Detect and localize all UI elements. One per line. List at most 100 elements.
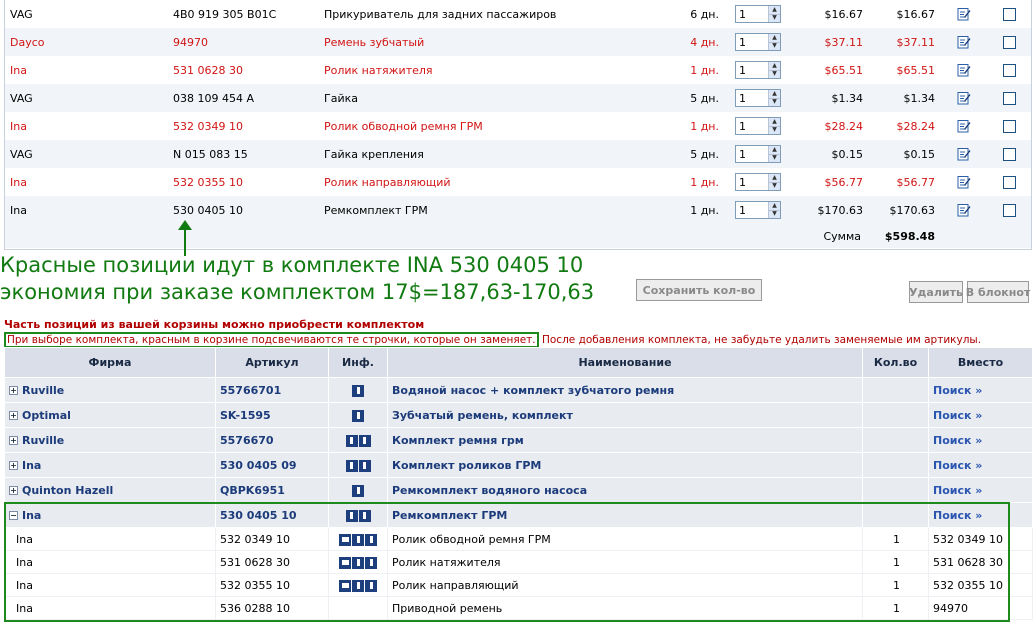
kit-row[interactable]: + Quinton Hazell QBPK6951 Ремкомплект вод… (4, 477, 1033, 503)
spin-up-icon[interactable]: ▲ (769, 146, 780, 154)
kit-name[interactable]: Зубчатый ремень, комплект (387, 402, 863, 428)
info-icon[interactable] (352, 384, 364, 397)
kit-article[interactable]: 55766701 (215, 377, 329, 403)
expand-toggle-icon[interactable]: − (9, 511, 18, 520)
quantity-stepper[interactable]: 1 ▲ ▼ (735, 89, 781, 107)
quantity-stepper[interactable]: 1 ▲ ▼ (735, 173, 781, 191)
kit-search-link[interactable]: Поиск » (928, 402, 1033, 428)
kit-search-link[interactable]: Поиск » (928, 477, 1033, 503)
kit-brand[interactable]: Optimal (22, 409, 71, 422)
spin-up-icon[interactable]: ▲ (769, 174, 780, 182)
spin-up-icon[interactable]: ▲ (769, 34, 780, 42)
photo-icon[interactable] (339, 533, 351, 546)
expand-toggle-icon[interactable]: + (9, 436, 18, 445)
save-quantity-button[interactable]: Сохранить кол-во (636, 279, 762, 301)
select-checkbox[interactable] (1002, 7, 1016, 21)
spin-up-icon[interactable]: ▲ (769, 118, 780, 126)
quantity-spinner[interactable]: ▲ ▼ (768, 174, 780, 190)
select-checkbox[interactable] (1002, 63, 1016, 77)
kit-search-link[interactable]: Поиск » (928, 502, 1033, 528)
select-checkbox[interactable] (1002, 147, 1016, 161)
kit-search-link[interactable]: Поиск » (928, 452, 1033, 478)
kit-row[interactable]: + Ruville 55766701 Водяной насос + компле… (4, 377, 1033, 403)
expand-toggle-icon[interactable]: + (9, 461, 18, 470)
spin-up-icon[interactable]: ▲ (769, 62, 780, 70)
spin-up-icon[interactable]: ▲ (769, 202, 780, 210)
quantity-value[interactable]: 1 (736, 36, 768, 49)
info-icon[interactable] (345, 459, 358, 472)
info-icon[interactable] (358, 459, 371, 472)
kit-name[interactable]: Комплект ремня грм (387, 427, 863, 453)
quantity-value[interactable]: 1 (736, 176, 768, 189)
spin-down-icon[interactable]: ▼ (769, 13, 780, 22)
select-checkbox[interactable] (1002, 203, 1016, 217)
quantity-value[interactable]: 1 (736, 64, 768, 77)
spin-up-icon[interactable]: ▲ (769, 6, 780, 14)
column-header-brand[interactable]: Фирма (4, 347, 216, 378)
edit-note-icon[interactable] (957, 91, 971, 105)
info-icon[interactable] (358, 434, 371, 447)
select-checkbox[interactable] (1002, 175, 1016, 189)
quantity-value[interactable]: 1 (736, 120, 768, 133)
quantity-spinner[interactable]: ▲ ▼ (768, 90, 780, 106)
edit-note-icon[interactable] (957, 7, 971, 21)
spin-down-icon[interactable]: ▼ (769, 153, 780, 162)
info-icon[interactable] (365, 533, 377, 546)
quantity-stepper[interactable]: 1 ▲ ▼ (735, 117, 781, 135)
quantity-spinner[interactable]: ▲ ▼ (768, 62, 780, 78)
spin-down-icon[interactable]: ▼ (769, 125, 780, 134)
select-checkbox[interactable] (1002, 91, 1016, 105)
kit-brand[interactable]: Ina (22, 509, 41, 522)
quantity-stepper[interactable]: 1 ▲ ▼ (735, 145, 781, 163)
quantity-stepper[interactable]: 1 ▲ ▼ (735, 201, 781, 219)
info-icon[interactable] (352, 579, 364, 592)
column-header-article[interactable]: Артикул (215, 347, 329, 378)
quantity-spinner[interactable]: ▲ ▼ (768, 118, 780, 134)
quantity-spinner[interactable]: ▲ ▼ (768, 202, 780, 218)
kit-search-link[interactable]: Поиск » (928, 427, 1033, 453)
info-icon[interactable] (352, 409, 364, 422)
add-to-notepad-button[interactable]: В блокнот (966, 281, 1030, 303)
quantity-spinner[interactable]: ▲ ▼ (768, 34, 780, 50)
edit-note-icon[interactable] (957, 35, 971, 49)
edit-note-icon[interactable] (957, 203, 971, 217)
kit-brand[interactable]: Ruville (22, 384, 64, 397)
edit-note-icon[interactable] (957, 175, 971, 189)
kit-article[interactable]: 5576670 (215, 427, 329, 453)
kit-brand[interactable]: Ruville (22, 434, 64, 447)
kit-name[interactable]: Водяной насос + комплект зубчатого ремня (387, 377, 863, 403)
kit-article[interactable]: SK-1595 (215, 402, 329, 428)
info-icon[interactable] (365, 579, 377, 592)
quantity-value[interactable]: 1 (736, 204, 768, 217)
photo-icon[interactable] (339, 556, 351, 569)
kit-article[interactable]: QBPK6951 (215, 477, 329, 503)
kit-row[interactable]: + Optimal SK-1595 Зубчатый ремень, компле… (4, 402, 1033, 428)
select-checkbox[interactable] (1002, 35, 1016, 49)
spin-down-icon[interactable]: ▼ (769, 41, 780, 50)
edit-note-icon[interactable] (957, 147, 971, 161)
select-checkbox[interactable] (1002, 119, 1016, 133)
edit-note-icon[interactable] (957, 63, 971, 77)
quantity-stepper[interactable]: 1 ▲ ▼ (735, 5, 781, 23)
quantity-value[interactable]: 1 (736, 8, 768, 21)
expand-toggle-icon[interactable]: + (9, 411, 18, 420)
kit-search-link[interactable]: Поиск » (928, 377, 1033, 403)
column-header-name[interactable]: Наименование (387, 347, 863, 378)
photo-icon[interactable] (339, 579, 351, 592)
info-icon[interactable] (345, 509, 358, 522)
quantity-value[interactable]: 1 (736, 92, 768, 105)
kit-brand[interactable]: Ina (22, 459, 41, 472)
kit-brand[interactable]: Quinton Hazell (22, 484, 113, 497)
spin-down-icon[interactable]: ▼ (769, 97, 780, 106)
info-icon[interactable] (365, 556, 377, 569)
kit-name[interactable]: Ремкомплект ГРМ (387, 502, 863, 528)
kit-article[interactable]: 530 0405 10 (215, 502, 329, 528)
kit-name[interactable]: Комплект роликов ГРМ (387, 452, 863, 478)
edit-note-icon[interactable] (957, 119, 971, 133)
expand-toggle-icon[interactable]: + (9, 386, 18, 395)
kit-row[interactable]: + Ina 530 0405 09 Комплект роликов ГРМ По… (4, 452, 1033, 478)
quantity-spinner[interactable]: ▲ ▼ (768, 146, 780, 162)
expand-toggle-icon[interactable]: + (9, 486, 18, 495)
info-icon[interactable] (358, 509, 371, 522)
quantity-stepper[interactable]: 1 ▲ ▼ (735, 61, 781, 79)
